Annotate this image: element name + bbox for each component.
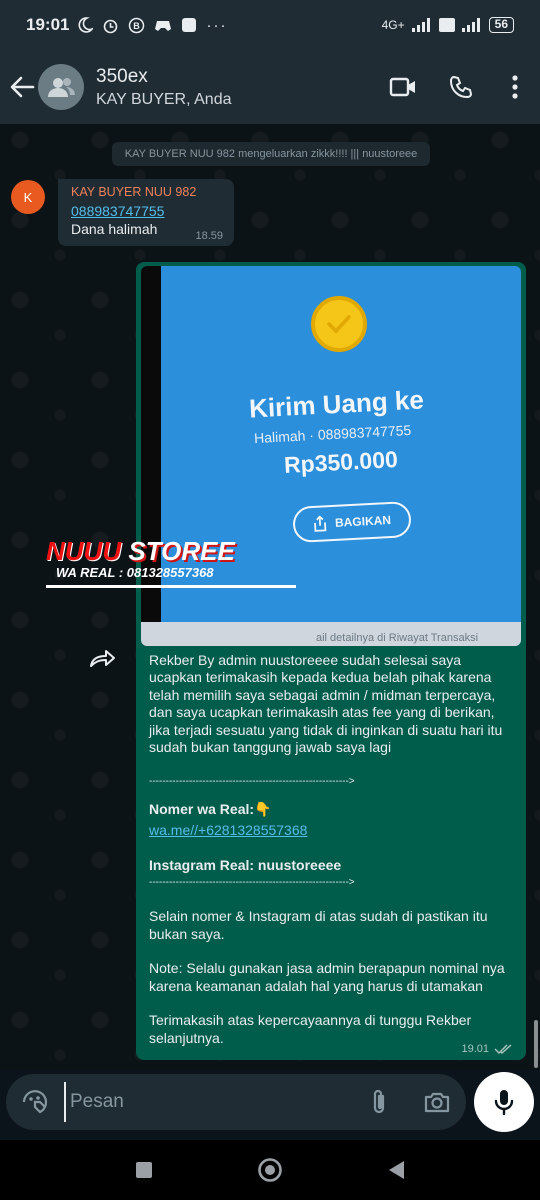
message-paragraph: Selain nomer & Instagram di atas sudah d… — [149, 908, 488, 942]
message-paragraph: Note: Selalu gunakan jasa admin berapapu… — [149, 960, 505, 994]
status-bar: 19:01 B ··· 4G+ 56 — [0, 0, 540, 50]
triangle-back-icon — [389, 1161, 404, 1179]
system-message: KAY BUYER NUU 982 mengeluarkan zikkk!!!!… — [112, 142, 430, 166]
instagram-label: Instagram Real: nuustoreeee — [149, 856, 342, 873]
camera-button[interactable] — [408, 1074, 466, 1130]
photo-footer-text: ail detailnya di Riwayat Transaksi — [316, 632, 479, 644]
forward-button[interactable] — [88, 646, 120, 672]
more-vertical-icon — [512, 75, 518, 99]
photo-share-button: BAGIKAN — [292, 500, 412, 544]
outgoing-time: 19.01 — [461, 1043, 489, 1055]
status-notification-icons: B ··· — [77, 17, 227, 34]
double-check-icon — [494, 1044, 512, 1055]
chat-title-block[interactable]: 350ex KAY BUYER, Anda — [96, 66, 231, 109]
sticker-button[interactable] — [8, 1074, 62, 1130]
message-divider: ----------------------------------------… — [149, 776, 355, 788]
square-icon — [136, 1162, 152, 1178]
photo-share-label: BAGIKAN — [334, 512, 392, 530]
nomer-label: Nomer wa Real:👇 — [149, 800, 272, 817]
chat-title: 350ex — [96, 65, 148, 87]
sender-name[interactable]: KAY BUYER NUU 982 — [71, 185, 234, 199]
arrow-left-icon — [10, 76, 35, 98]
photo-amount: Rp350.000 — [283, 446, 399, 478]
signal-2-icon — [461, 18, 480, 32]
photo-title: Kirim Uang ke — [248, 384, 425, 424]
network-label: 4G+ — [381, 18, 405, 32]
paperclip-icon — [373, 1089, 385, 1114]
share-icon — [314, 515, 327, 532]
incoming-time: 18.59 — [195, 230, 223, 242]
status-system-icons: 4G+ 56 — [382, 17, 514, 33]
message-composer — [6, 1074, 466, 1130]
message-paragraph: Rekber By admin nuustoreeee sudah selesa… — [149, 652, 503, 756]
incoming-message[interactable]: KAY BUYER NUU 982 088983747755 Dana hali… — [58, 179, 234, 246]
phone-link[interactable]: 088983747755 — [71, 203, 234, 219]
alarm-icon — [104, 19, 118, 33]
back-nav-button[interactable] — [376, 1150, 416, 1190]
svg-text:B: B — [134, 21, 141, 31]
b-app-icon: B — [129, 17, 145, 33]
signal-icon — [411, 18, 430, 32]
watermark-brand: NUUU STOREE — [46, 536, 235, 566]
forward-icon — [90, 650, 115, 667]
attach-button[interactable] — [350, 1074, 408, 1130]
wa-link[interactable]: wa.me//+6281328557368 — [149, 822, 307, 838]
home-button[interactable] — [250, 1150, 290, 1190]
video-camera-icon — [389, 77, 415, 97]
more-notifications-icon: ··· — [206, 16, 228, 34]
battery-icon: 56 — [488, 17, 514, 33]
app-square-icon — [182, 18, 197, 32]
photo-recipient: Halimah · 088983747755 — [253, 421, 412, 447]
message-divider: ----------------------------------------… — [149, 877, 355, 889]
back-button[interactable] — [2, 50, 42, 124]
watermark-wa: WA REAL : 081328557368 — [56, 565, 214, 580]
menu-button[interactable] — [490, 57, 540, 117]
scrollbar-thumb[interactable] — [534, 1020, 538, 1068]
sticker-icon — [22, 1090, 48, 1114]
gamepad-icon — [155, 21, 172, 31]
circle-icon — [258, 1158, 282, 1182]
outgoing-meta: 19.01 — [461, 1043, 514, 1055]
voice-call-button[interactable] — [432, 57, 490, 117]
group-icon — [48, 78, 75, 97]
message-body: Rekber By admin nuustoreeee sudah selesa… — [149, 652, 514, 1047]
sender-avatar[interactable]: K — [11, 180, 45, 214]
recents-button[interactable] — [124, 1150, 164, 1190]
moon-icon — [79, 17, 94, 33]
message-input[interactable] — [64, 1082, 350, 1122]
status-time: 19:01 — [26, 15, 70, 34]
chat-participants: KAY BUYER, Anda — [96, 90, 232, 108]
microphone-icon — [494, 1090, 514, 1116]
voice-message-button[interactable] — [474, 1072, 534, 1132]
chat-header: 350ex KAY BUYER, Anda — [0, 50, 540, 124]
video-call-button[interactable] — [374, 57, 432, 117]
volte-icon — [438, 18, 455, 32]
success-coin-icon — [311, 296, 367, 352]
watermark-underline — [46, 585, 296, 588]
phone-icon — [449, 75, 473, 99]
watermark: NUUU STOREE WA REAL : 081328557368 — [46, 536, 296, 600]
checkmark-icon — [327, 315, 351, 334]
camera-icon — [424, 1092, 450, 1113]
system-nav-bar — [0, 1140, 540, 1200]
group-avatar[interactable] — [38, 64, 84, 110]
outgoing-message[interactable]: Kirim Uang ke Halimah · 088983747755 Rp3… — [136, 262, 526, 1060]
message-paragraph: Terimakasih atas kepercayaannya di tungg… — [149, 1012, 472, 1046]
header-actions — [374, 57, 540, 117]
